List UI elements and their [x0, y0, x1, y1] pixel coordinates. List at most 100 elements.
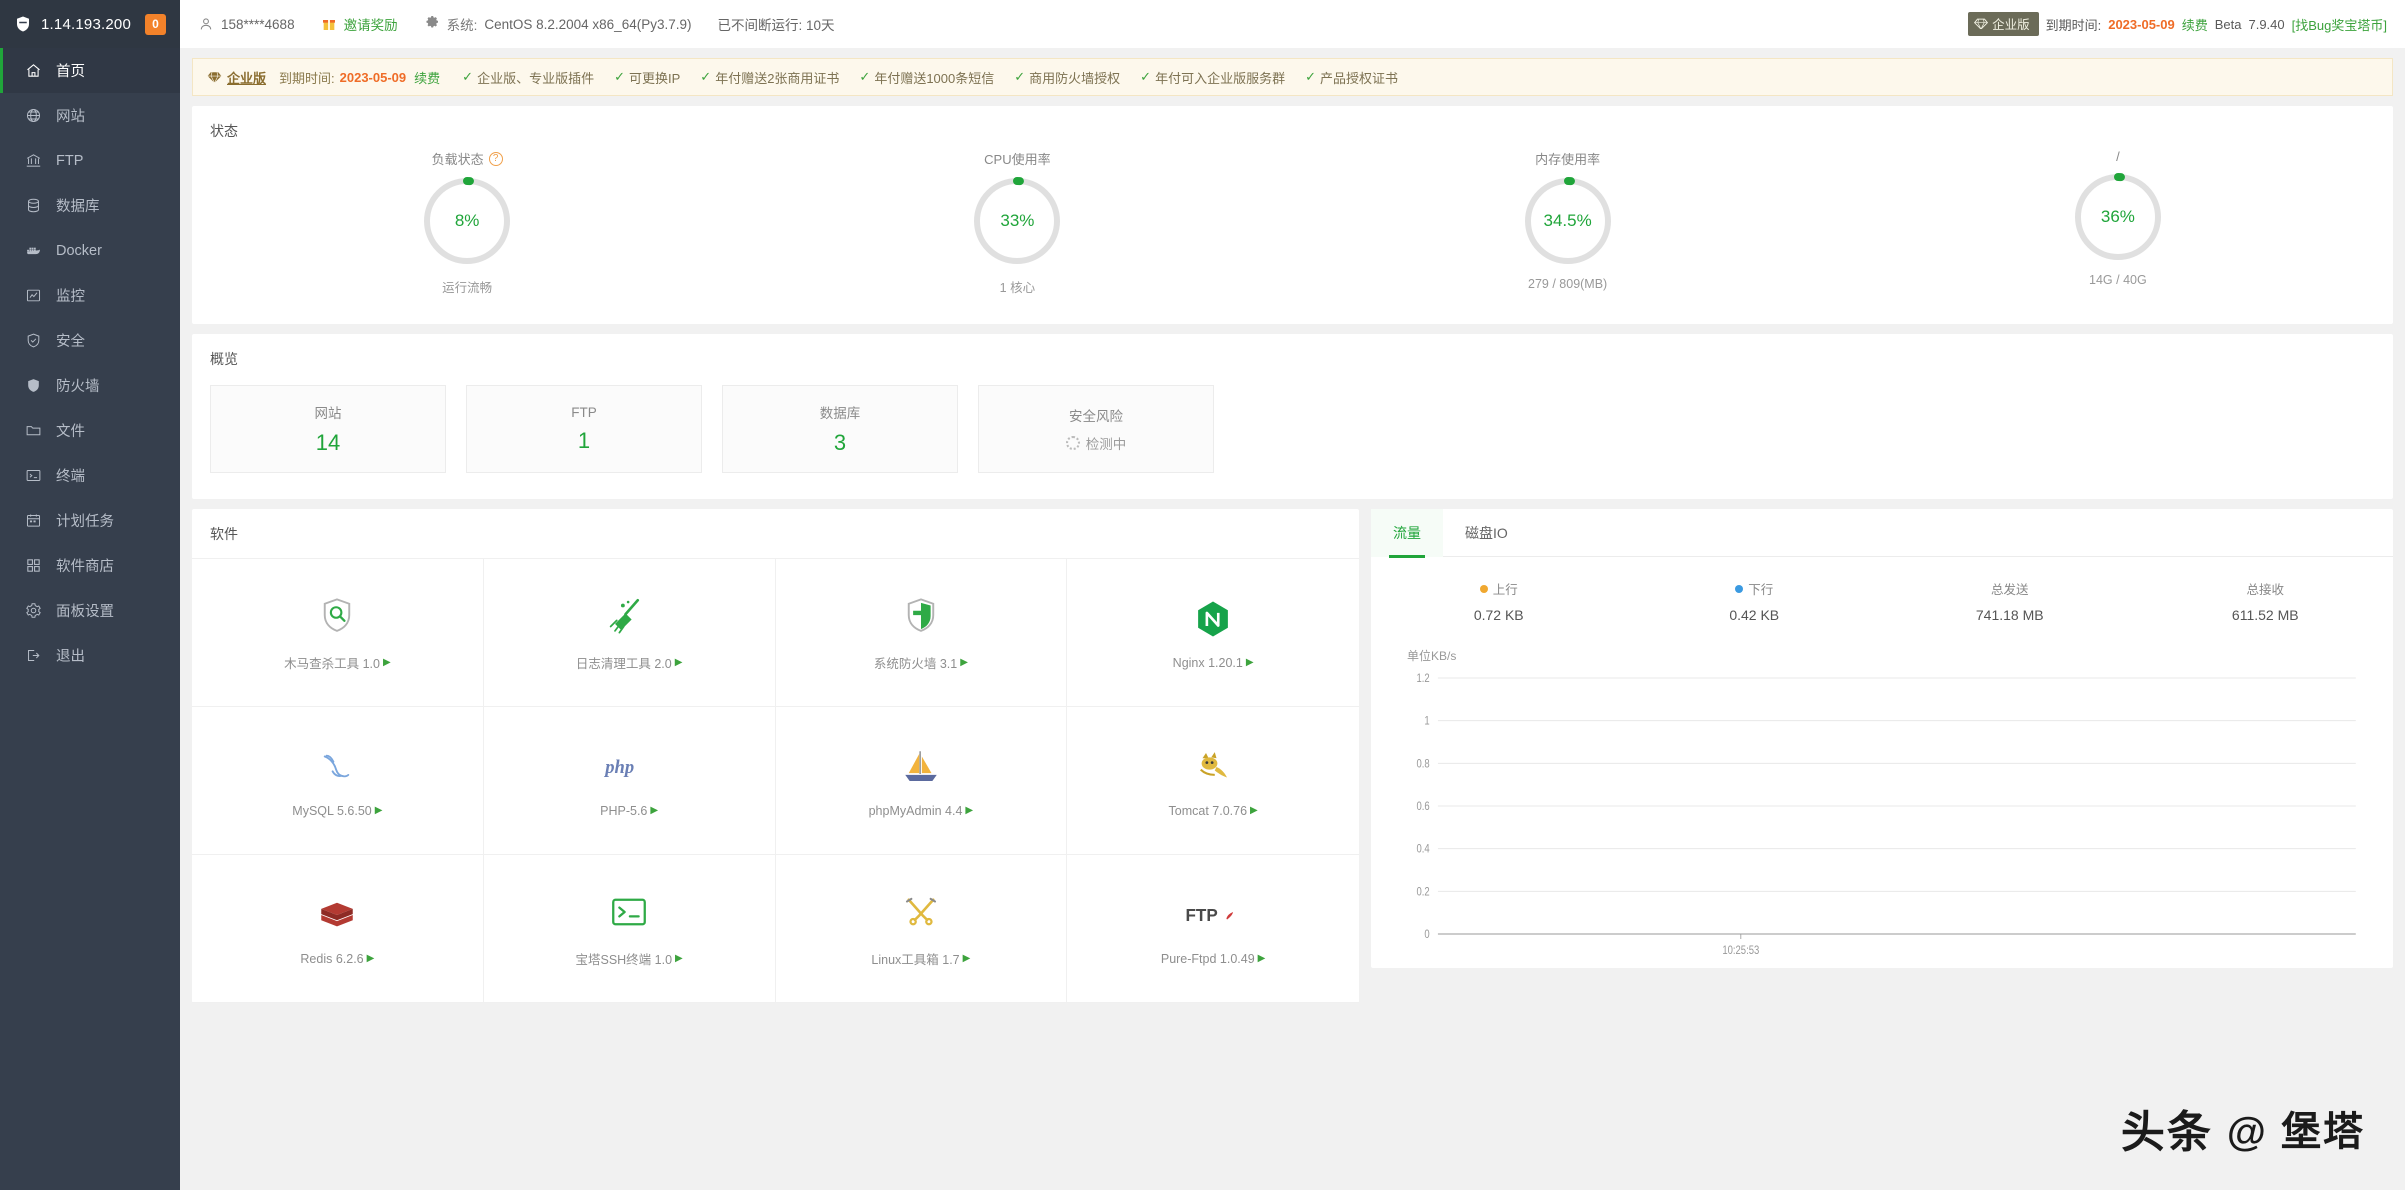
software-title: 软件 [192, 509, 1359, 544]
expire-date: 2023-05-09 [2108, 17, 2175, 32]
sidebar-item-2[interactable]: FTP [0, 138, 180, 183]
tab-label: 流量 [1393, 523, 1421, 543]
software-item-1[interactable]: 日志清理工具 2.0▶ [484, 559, 776, 707]
gauge-ring: 34.5% [1522, 175, 1614, 267]
license-renew-link[interactable]: 续费 [414, 68, 440, 87]
user-icon [198, 16, 214, 32]
sidebar-item-0[interactable]: 首页 [0, 48, 180, 93]
play-icon[interactable]: ▶ [965, 805, 973, 816]
software-item-label: 木马查杀工具 1.0▶ [284, 653, 391, 672]
overview-box-label: FTP [571, 405, 597, 420]
sidebar-item-11[interactable]: 软件商店 [0, 543, 180, 588]
gauge-sub: 279 / 809(MB) [1528, 277, 1607, 291]
main-content: 158****4688 邀请奖励 系统: CentOS 8.2.2004 x86… [180, 0, 2405, 1190]
play-icon[interactable]: ▶ [375, 805, 383, 816]
software-item-label: Redis 6.2.6▶ [300, 952, 374, 966]
play-icon[interactable]: ▶ [650, 805, 658, 816]
sidebar-item-3[interactable]: 数据库 [0, 183, 180, 228]
expire-label: 到期时间: [2046, 15, 2102, 34]
svg-text:1: 1 [1424, 715, 1429, 728]
play-icon[interactable]: ▶ [960, 657, 968, 668]
topbar-user[interactable]: 158****4688 [198, 16, 295, 32]
svg-text:1.2: 1.2 [1416, 672, 1429, 685]
software-item-10[interactable]: Linux工具箱 1.7▶ [776, 855, 1068, 1003]
check-icon: ✓ [700, 69, 711, 85]
play-icon[interactable]: ▶ [383, 657, 391, 668]
overview-box-label: 网站 [315, 402, 342, 422]
overview-box-value: 3 [834, 430, 846, 456]
chart-svg: 00.20.40.60.811.210:25:53 [1395, 668, 2369, 968]
sidebar-item-4[interactable]: Docker [0, 228, 180, 273]
play-icon[interactable]: ▶ [1246, 657, 1254, 668]
traffic-stats: 上行0.72 KB下行0.42 KB总发送741.18 MB总接收611.52 … [1371, 557, 2393, 633]
sidebar-item-8[interactable]: 文件 [0, 408, 180, 453]
overview-box-1[interactable]: FTP1 [466, 385, 702, 473]
sidebar-item-1[interactable]: 网站 [0, 93, 180, 138]
play-icon[interactable]: ▶ [675, 657, 683, 668]
overview-box-0[interactable]: 网站14 [210, 385, 446, 473]
gauge-2: 内存使用率34.5%279 / 809(MB) [1293, 149, 1843, 296]
software-item-3[interactable]: Nginx 1.20.1▶ [1067, 559, 1359, 707]
gauge-value: 8% [421, 175, 513, 267]
gift-icon [321, 16, 337, 32]
traffic-stat-value: 611.52 MB [2232, 607, 2299, 623]
software-item-label: Tomcat 7.0.76▶ [1169, 804, 1258, 818]
software-item-7[interactable]: Tomcat 7.0.76▶ [1067, 707, 1359, 855]
sidebar-item-13[interactable]: 退出 [0, 633, 180, 678]
sidebar-brand: 1.14.193.200 0 [0, 0, 180, 48]
status-card: 状态 负载状态?8%运行流畅CPU使用率33%1 核心内存使用率34.5%279… [192, 106, 2393, 324]
play-icon[interactable]: ▶ [1258, 953, 1266, 964]
shield-logo-icon [14, 15, 32, 33]
play-icon[interactable]: ▶ [675, 953, 683, 964]
check-icon: ✓ [859, 69, 870, 85]
tab-0[interactable]: 流量 [1371, 509, 1443, 557]
software-item-2[interactable]: 系统防火墙 3.1▶ [776, 559, 1068, 707]
software-item-6[interactable]: phpMyAdmin 4.4▶ [776, 707, 1068, 855]
uptime-label: 已不间断运行: 10天 [717, 14, 834, 34]
software-item-0[interactable]: 木马查杀工具 1.0▶ [192, 559, 484, 707]
software-item-11[interactable]: FTPPure-Ftpd 1.0.49▶ [1067, 855, 1359, 1003]
sidebar-item-7[interactable]: 防火墙 [0, 363, 180, 408]
invite-reward[interactable]: 邀请奖励 [321, 14, 398, 34]
software-item-8[interactable]: Redis 6.2.6▶ [192, 855, 484, 1003]
beta-label: Beta [2215, 17, 2242, 32]
software-item-9[interactable]: 宝塔SSH终端 1.0▶ [484, 855, 776, 1003]
traffic-stat-1: 下行0.42 KB [1627, 579, 1883, 623]
overview-box-2[interactable]: 数据库3 [722, 385, 958, 473]
software-item-5[interactable]: phpPHP-5.6▶ [484, 707, 776, 855]
sidebar-item-5[interactable]: 监控 [0, 273, 180, 318]
software-item-label: 宝塔SSH终端 1.0▶ [575, 949, 682, 968]
monitor-chart-icon [25, 287, 42, 304]
sidebar-item-12[interactable]: 面板设置 [0, 588, 180, 633]
overview-box-3[interactable]: 安全风险检测中 [978, 385, 1214, 473]
bug-bounty-link[interactable]: [找Bug奖宝塔币] [2292, 15, 2387, 34]
license-edition[interactable]: 企业版 [227, 68, 266, 87]
watermark-handle: @ 堡塔 [2227, 1099, 2365, 1157]
software-item-label: phpMyAdmin 4.4▶ [869, 804, 974, 818]
gauge-value: 34.5% [1522, 175, 1614, 267]
sidebar-ip: 1.14.193.200 [41, 16, 131, 33]
help-icon[interactable]: ? [489, 152, 503, 166]
sidebar-item-9[interactable]: 终端 [0, 453, 180, 498]
edition-chip[interactable]: 企业版 [1968, 12, 2039, 36]
sidebar-item-label: 软件商店 [56, 555, 114, 576]
software-item-label: Linux工具箱 1.7▶ [871, 949, 970, 968]
play-icon[interactable]: ▶ [1250, 805, 1258, 816]
nginx-icon [1192, 596, 1234, 642]
gauge-name: CPU使用率 [984, 149, 1050, 168]
play-icon[interactable]: ▶ [367, 953, 375, 964]
license-feature: ✓年付赠送1000条短信 [859, 68, 994, 87]
sidebar-item-6[interactable]: 安全 [0, 318, 180, 363]
diamond-icon [1974, 18, 1988, 30]
tab-1[interactable]: 磁盘IO [1443, 509, 1530, 557]
sidebar-item-10[interactable]: 计划任务 [0, 498, 180, 543]
license-feature: ✓可更换IP [614, 68, 680, 87]
topbar-left: 158****4688 邀请奖励 系统: CentOS 8.2.2004 x86… [198, 14, 861, 34]
software-item-4[interactable]: MySQL 5.6.50▶ [192, 707, 484, 855]
check-icon: ✓ [614, 69, 625, 85]
play-icon[interactable]: ▶ [963, 953, 971, 964]
uptime: 已不间断运行: 10天 [717, 14, 834, 34]
gauge-ring: 8% [421, 175, 513, 267]
notification-badge[interactable]: 0 [145, 14, 166, 35]
renew-link[interactable]: 续费 [2182, 15, 2208, 34]
